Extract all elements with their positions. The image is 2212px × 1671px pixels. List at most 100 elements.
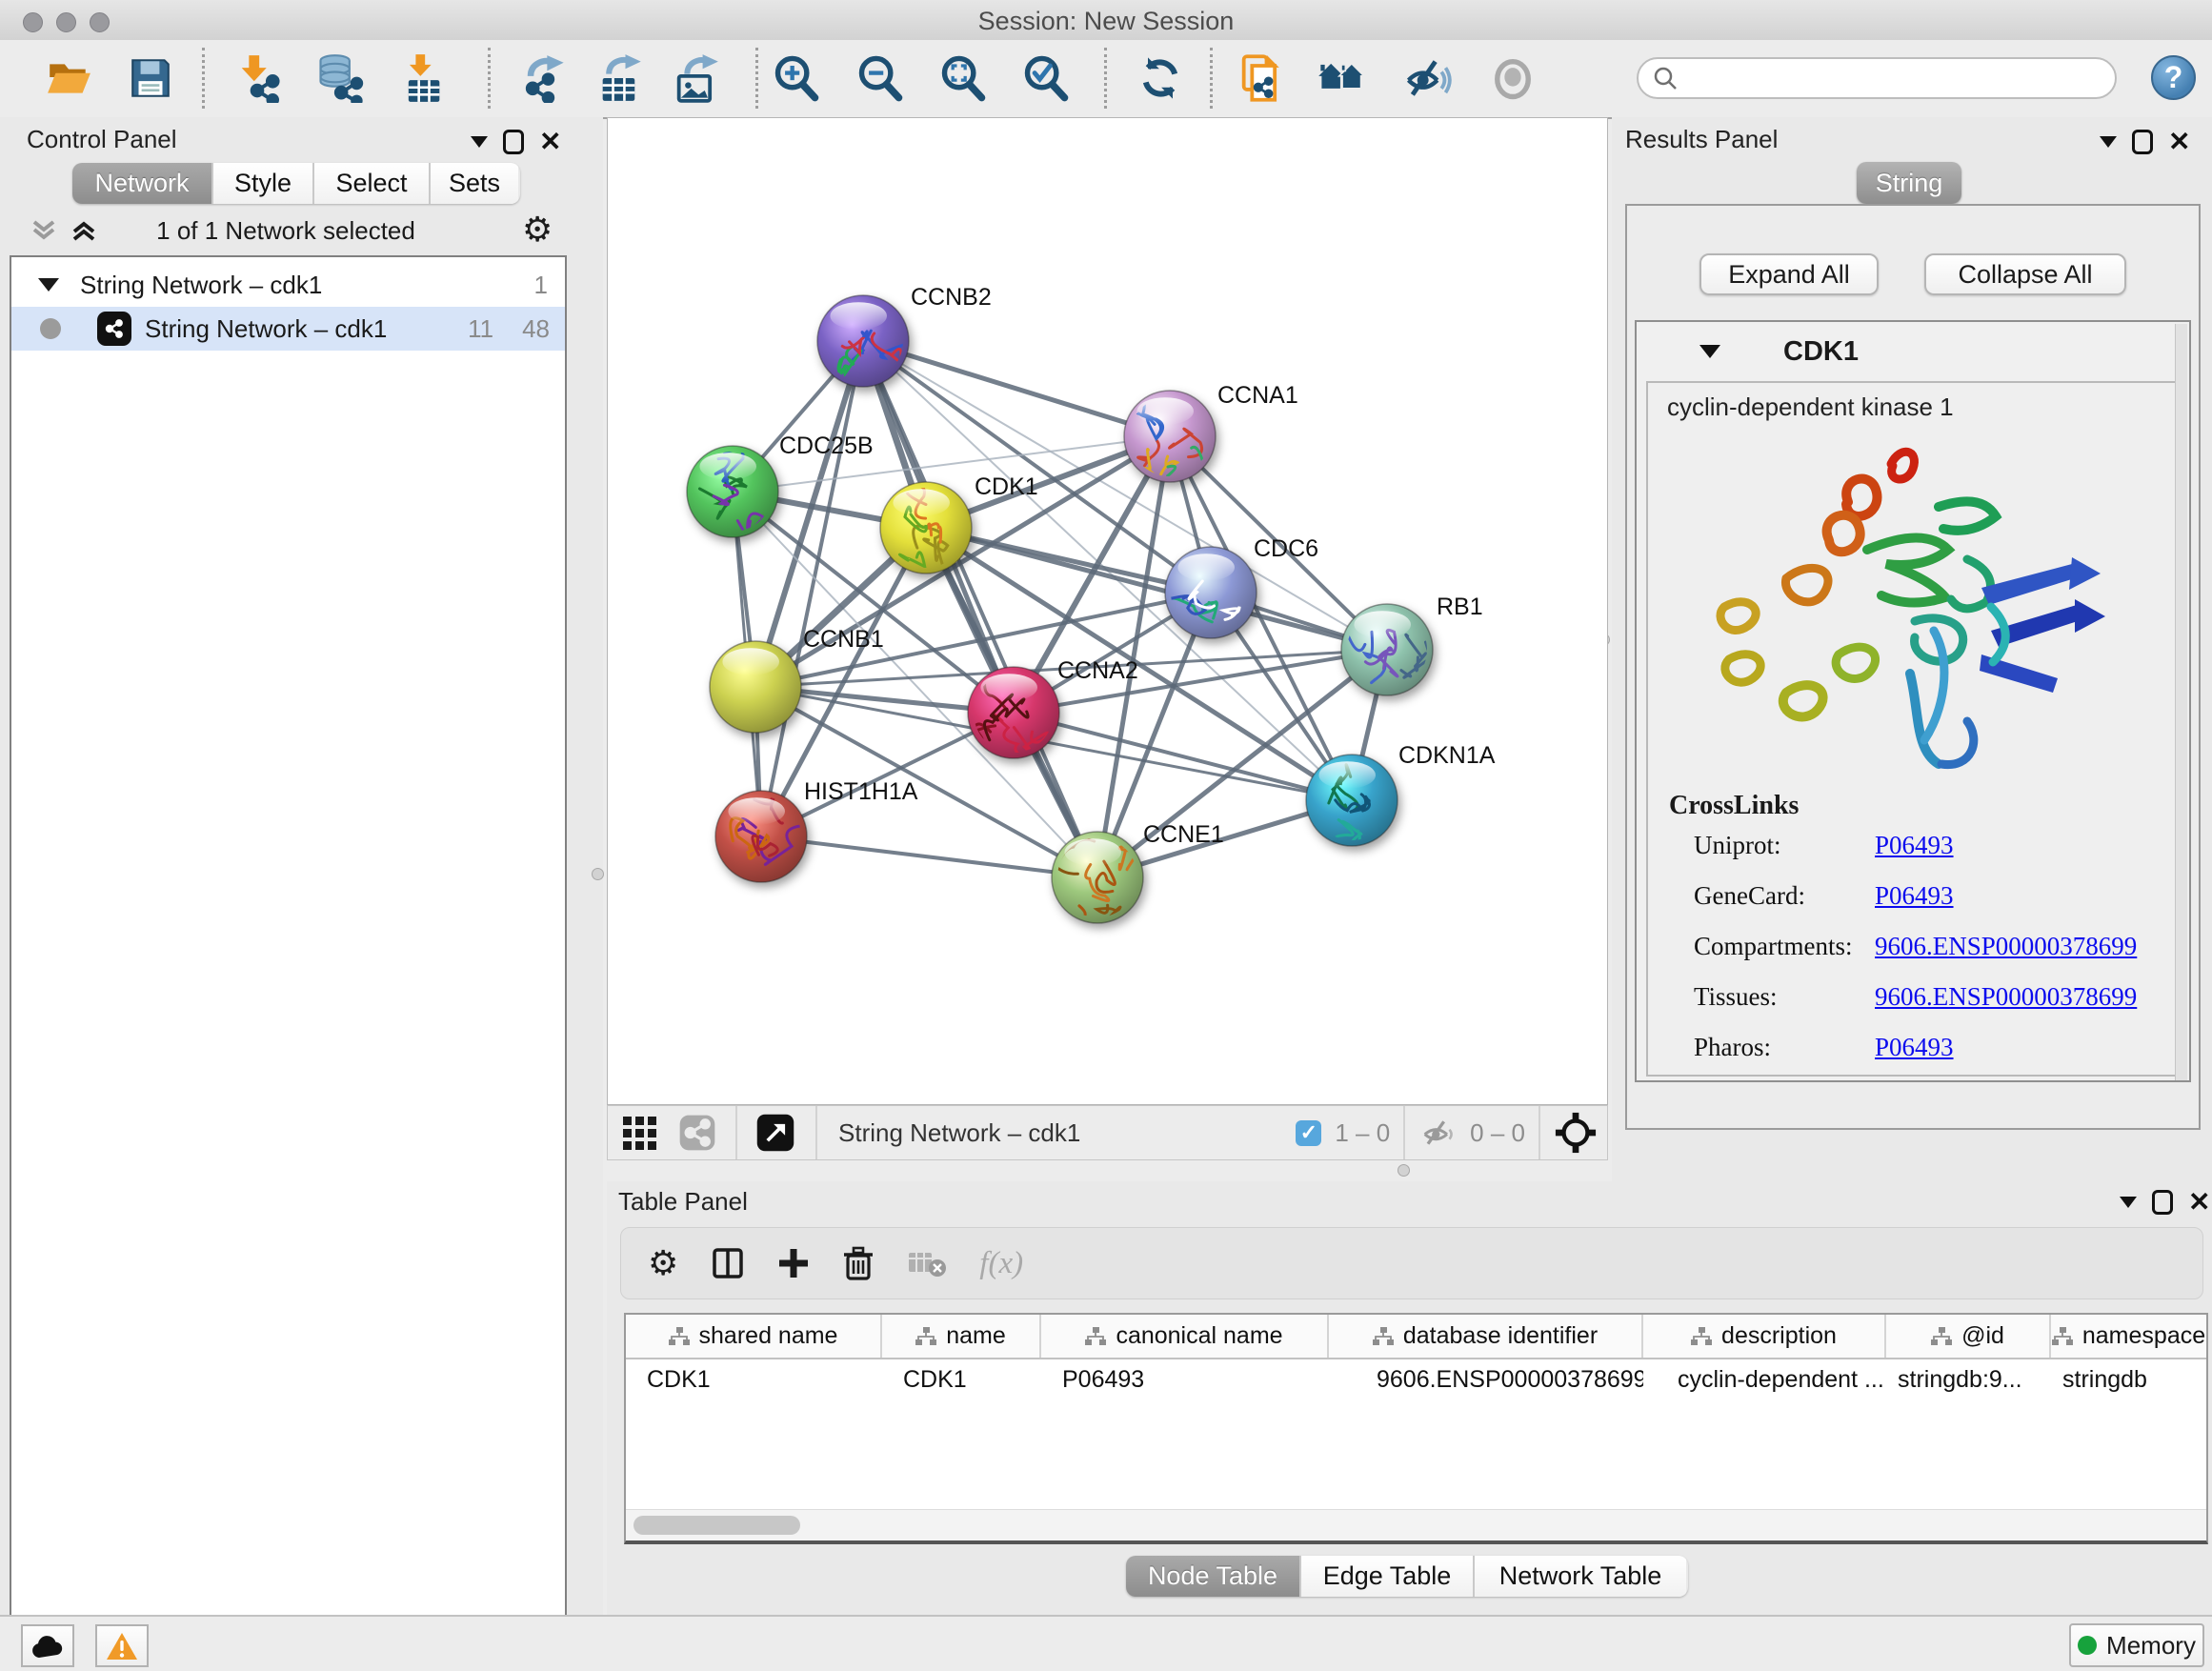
tab-string[interactable]: String xyxy=(1857,162,1961,204)
protein-symbol: CDK1 xyxy=(1783,336,1859,368)
crosslink-value[interactable]: 9606.ENSP00000378699 xyxy=(1875,932,2137,982)
expand-all-networks-button[interactable] xyxy=(69,216,99,250)
zoom-in-button[interactable] xyxy=(772,52,821,104)
collection-expand-icon[interactable] xyxy=(38,278,59,292)
network-collection-row[interactable]: String Network – cdk1 1 xyxy=(11,263,565,307)
tab-sets[interactable]: Sets xyxy=(431,163,518,204)
panel-close-icon[interactable]: ✕ xyxy=(2168,129,2190,155)
table-settings-gear-icon[interactable]: ⚙ xyxy=(648,1246,678,1280)
table-row[interactable]: CDK1 CDK1 P06493 9606.ENSP00000378699 cy… xyxy=(626,1359,2206,1400)
column-header[interactable]: @id xyxy=(1886,1315,2051,1358)
crosslink-label: GeneCard: xyxy=(1694,881,1875,932)
node-label-hist1h1a[interactable]: HIST1H1A xyxy=(804,778,917,806)
import-network-file-button[interactable] xyxy=(232,52,282,104)
collapse-all-networks-button[interactable] xyxy=(29,216,59,250)
import-string-network-button[interactable] xyxy=(1236,52,1285,104)
center-view-crosshair-icon[interactable] xyxy=(1554,1111,1598,1155)
birdseye-view-button[interactable] xyxy=(754,1112,796,1154)
panel-menu-icon[interactable] xyxy=(471,136,488,148)
selected-node-edge-counts: 1 – 0 xyxy=(1335,1118,1390,1148)
network-row-selected[interactable]: String Network – cdk1 11 48 xyxy=(11,307,565,351)
panel-float-icon[interactable] xyxy=(2132,130,2153,154)
grid-view-icon[interactable] xyxy=(621,1113,661,1153)
show-glass-pane-button[interactable] xyxy=(1488,52,1538,104)
open-session-button[interactable] xyxy=(44,52,93,104)
collapse-all-button[interactable]: Collapse All xyxy=(1924,253,2126,295)
control-panel-controls: ✕ xyxy=(471,129,561,155)
apply-layout-button[interactable] xyxy=(1136,52,1185,104)
panel-close-icon[interactable]: ✕ xyxy=(539,129,561,155)
create-column-plus-icon[interactable] xyxy=(777,1247,810,1279)
node-label-cdkn1a[interactable]: CDKN1A xyxy=(1398,742,1495,770)
node-label-ccnb1[interactable]: CCNB1 xyxy=(803,626,884,654)
zoom-out-button[interactable] xyxy=(855,52,905,104)
table-panel-title: Table Panel xyxy=(618,1187,748,1217)
cloud-status-button[interactable] xyxy=(21,1624,74,1667)
delete-column-trash-icon[interactable] xyxy=(842,1246,875,1280)
tab-style[interactable]: Style xyxy=(213,163,314,204)
help-button[interactable]: ? xyxy=(2151,55,2196,100)
string-home-button[interactable] xyxy=(1317,52,1366,104)
import-network-database-button[interactable] xyxy=(314,52,364,104)
save-session-button[interactable] xyxy=(126,52,175,104)
column-header[interactable]: canonical name xyxy=(1041,1315,1329,1358)
zoom-selected-button[interactable] xyxy=(1021,52,1071,104)
column-header[interactable]: database identifier xyxy=(1329,1315,1643,1358)
node-label-cdc6[interactable]: CDC6 xyxy=(1254,535,1318,563)
node-label-rb1[interactable]: RB1 xyxy=(1437,594,1483,621)
export-table-button[interactable] xyxy=(594,52,644,104)
hide-glass-pane-button[interactable] xyxy=(1402,52,1452,104)
export-table-icon xyxy=(594,53,644,103)
crosslink-value[interactable]: 9606.ENSP00000378699 xyxy=(1875,982,2137,1033)
export-network-button[interactable] xyxy=(518,52,568,104)
tab-select[interactable]: Select xyxy=(314,163,431,204)
expand-all-button[interactable]: Expand All xyxy=(1699,253,1879,295)
column-header[interactable]: namespace xyxy=(2051,1315,2206,1358)
panel-close-icon[interactable]: ✕ xyxy=(2188,1189,2210,1216)
node-label-ccnb2[interactable]: CCNB2 xyxy=(911,284,992,312)
column-header[interactable]: description xyxy=(1643,1315,1886,1358)
node-label-ccne1[interactable]: CCNE1 xyxy=(1143,821,1224,849)
panel-menu-icon[interactable] xyxy=(2100,136,2117,148)
column-header[interactable]: shared name xyxy=(626,1315,882,1358)
network-canvas[interactable]: CCNB2 CCNA1 CDC25B CDK1 CDC6 RB1 CCNB1 CCNA2 CDK… xyxy=(607,117,1608,1105)
database-network-icon xyxy=(314,53,364,103)
export-image-button[interactable] xyxy=(671,52,720,104)
search-field[interactable] xyxy=(1637,57,2117,99)
search-input[interactable] xyxy=(1679,64,2082,93)
protein-card-header[interactable]: CDK1 xyxy=(1637,322,2189,381)
tab-node-table[interactable]: Node Table xyxy=(1126,1556,1301,1597)
results-scrollbar[interactable] xyxy=(2175,324,2187,1080)
memory-button[interactable]: Memory xyxy=(2069,1623,2204,1667)
panel-float-icon[interactable] xyxy=(503,130,524,154)
table-panel: Table Panel ✕ ⚙ xyxy=(607,1181,2212,1615)
node-label-cdc25b[interactable]: CDC25B xyxy=(779,433,874,460)
import-table-file-button[interactable] xyxy=(398,52,448,104)
network-tree: String Network – cdk1 1 String Network –… xyxy=(10,255,567,1671)
network-panel-gear-icon[interactable]: ⚙ xyxy=(522,212,553,247)
vertical-splitter-grip[interactable] xyxy=(592,868,604,880)
crosslink-value[interactable]: P06493 xyxy=(1875,881,1954,932)
crosslink-value[interactable]: P06493 xyxy=(1875,831,1954,881)
tab-network[interactable]: Network xyxy=(72,163,213,204)
tab-edge-table[interactable]: Edge Table xyxy=(1301,1556,1475,1597)
crosslink-value[interactable]: P06493 xyxy=(1875,1033,1954,1083)
table-horizontal-scrollbar[interactable] xyxy=(626,1509,2206,1540)
scrollbar-thumb[interactable] xyxy=(633,1516,800,1535)
horizontal-splitter-grip[interactable] xyxy=(1398,1164,1410,1177)
edge-count: 48 xyxy=(522,314,550,344)
share-view-icon[interactable] xyxy=(676,1112,718,1154)
node-label-ccna2[interactable]: CCNA2 xyxy=(1057,657,1138,685)
column-header[interactable]: name xyxy=(882,1315,1041,1358)
panel-menu-icon[interactable] xyxy=(2120,1197,2137,1208)
collapse-section-icon[interactable] xyxy=(1699,345,1720,358)
network-label: String Network – cdk1 xyxy=(145,314,387,344)
tab-network-table[interactable]: Network Table xyxy=(1475,1556,1686,1597)
node-label-ccna1[interactable]: CCNA1 xyxy=(1217,382,1298,410)
zoom-fit-button[interactable] xyxy=(938,52,988,104)
selected-checkbox-icon[interactable]: ✓ xyxy=(1296,1120,1321,1146)
show-columns-icon[interactable] xyxy=(711,1246,745,1280)
warnings-button[interactable] xyxy=(95,1624,149,1667)
panel-float-icon[interactable] xyxy=(2152,1190,2173,1215)
node-label-cdk1[interactable]: CDK1 xyxy=(975,473,1038,501)
